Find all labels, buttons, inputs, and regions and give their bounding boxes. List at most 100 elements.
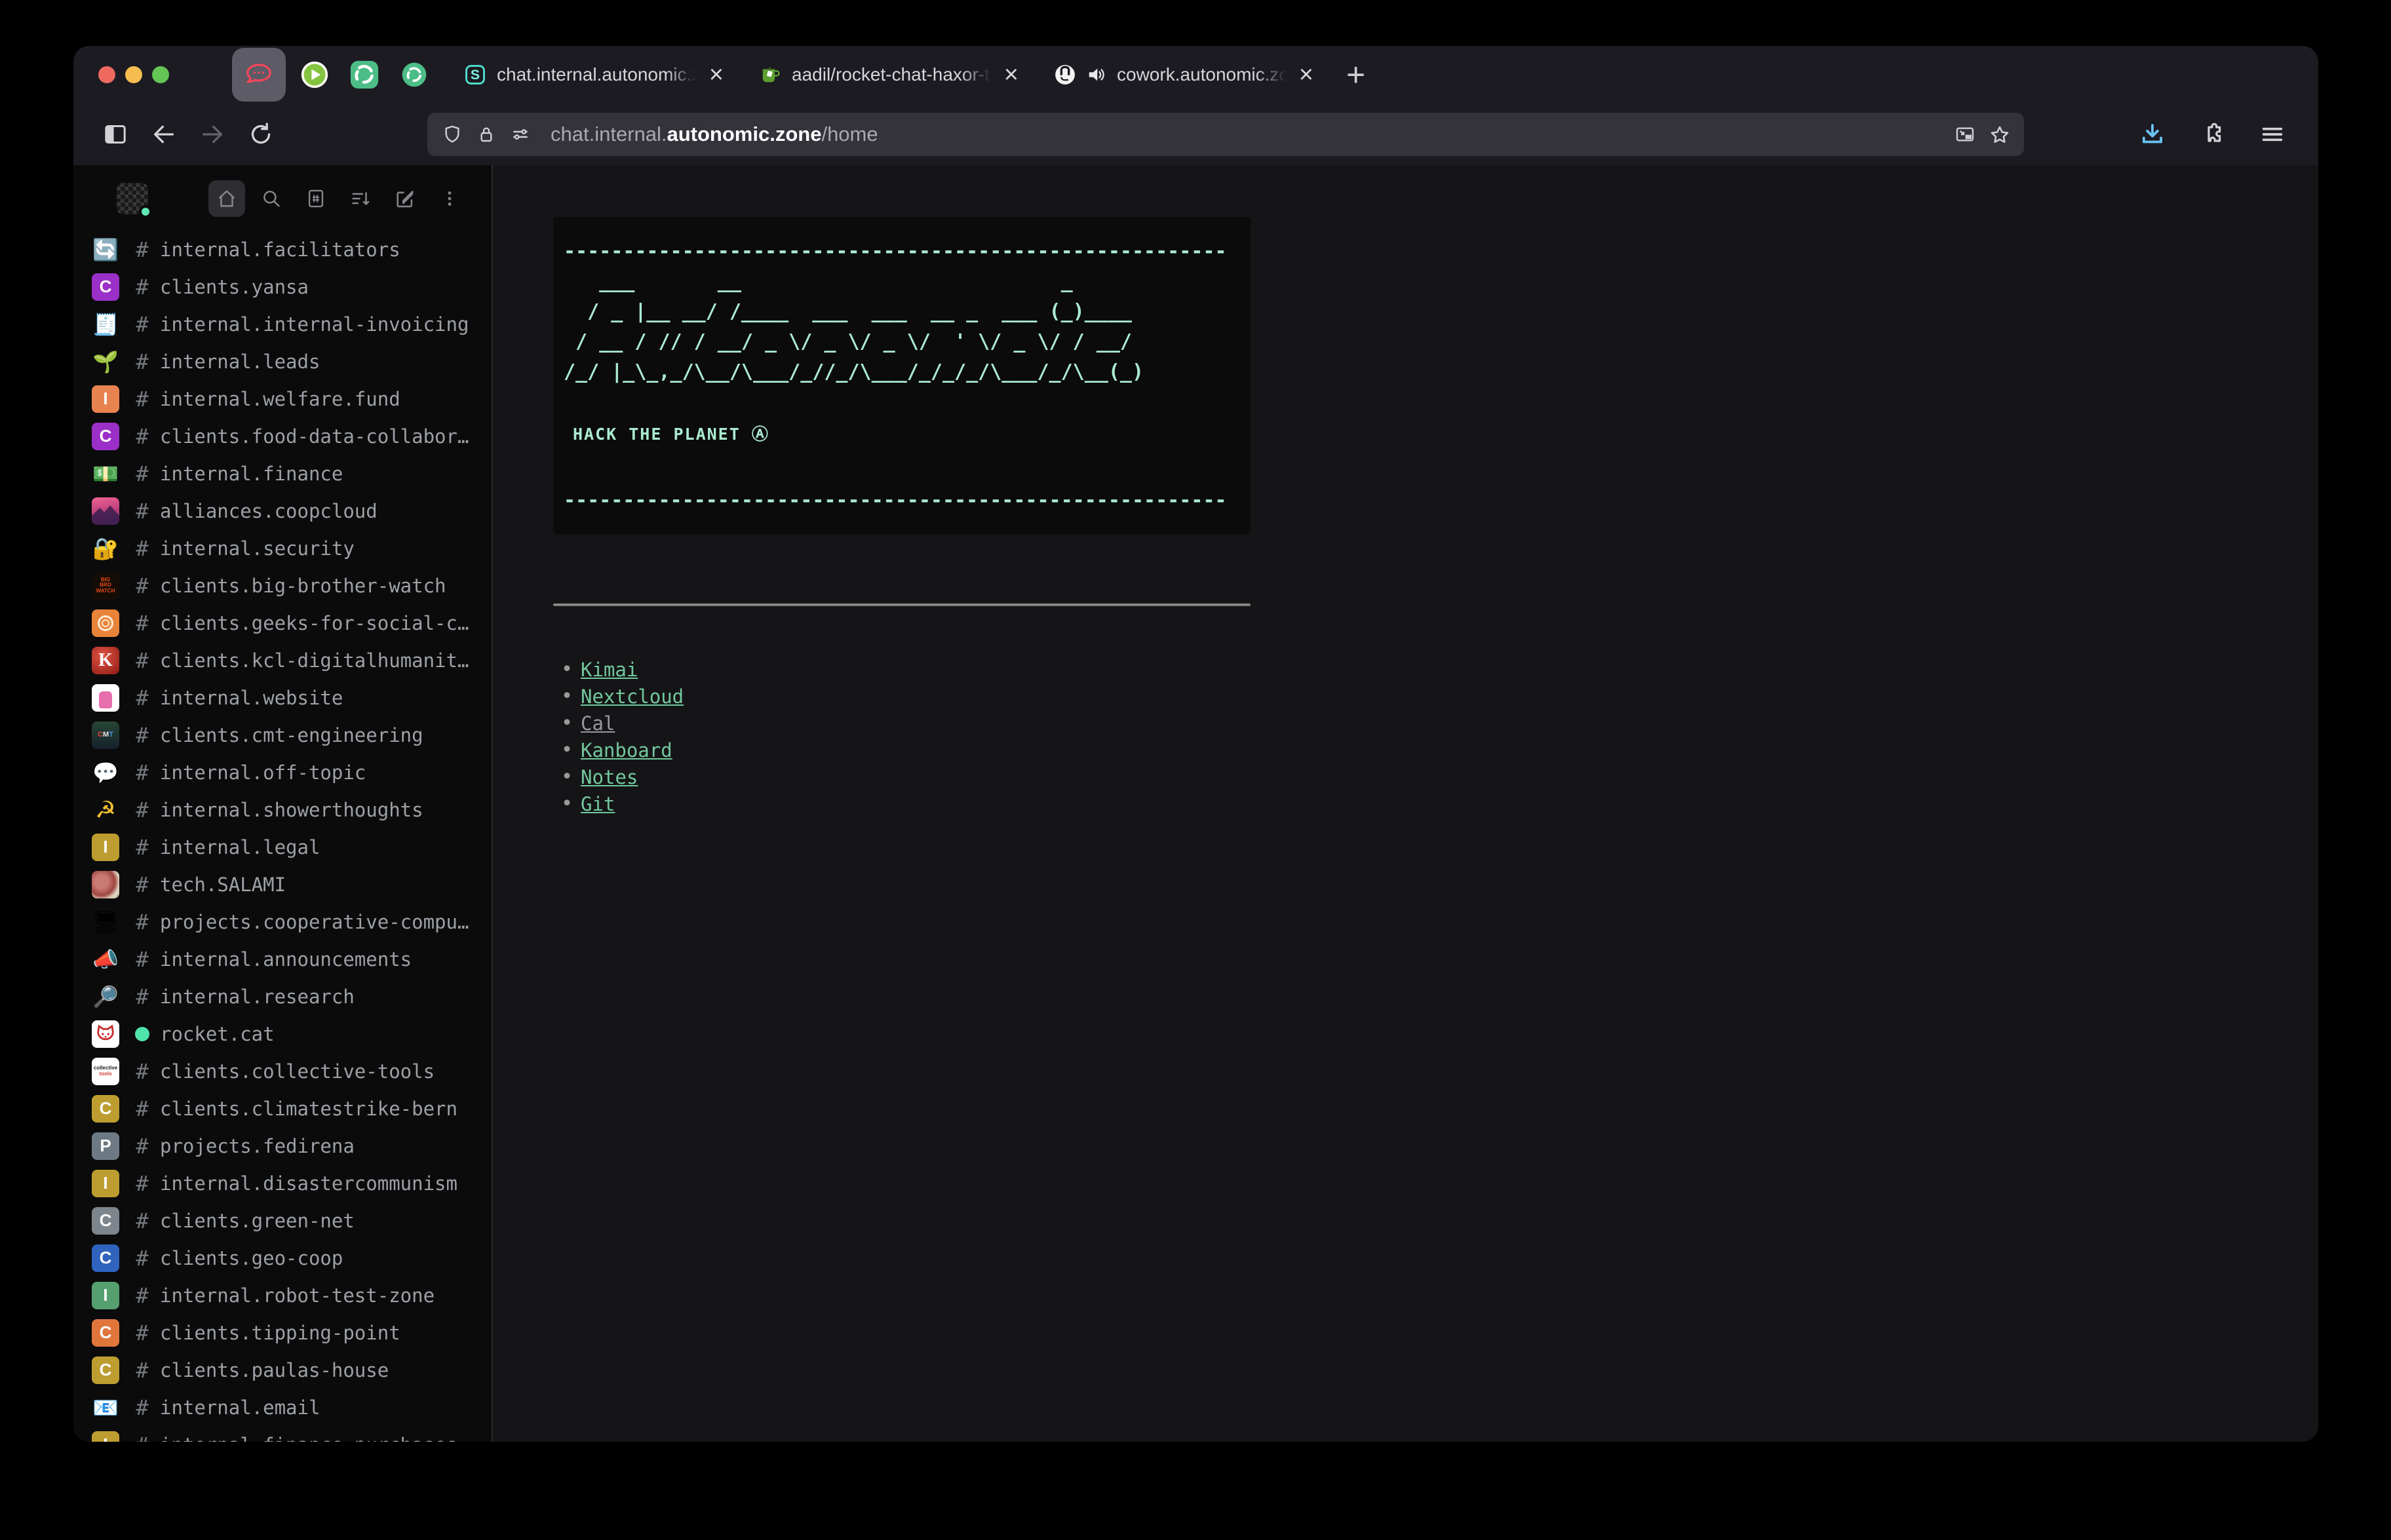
channel-item[interactable]: 🖥#projects.cooperative-compu…	[73, 903, 492, 940]
service-link-item: •Nextcloud	[553, 683, 2318, 710]
directory-button[interactable]	[298, 180, 334, 217]
search-button[interactable]	[253, 180, 290, 217]
new-message-button[interactable]	[387, 180, 423, 217]
channel-item[interactable]: C#clients.paulas-house	[73, 1351, 492, 1389]
url-prefix: chat.internal.	[551, 123, 667, 145]
channel-name: clients.paulas-house	[160, 1359, 389, 1381]
user-avatar[interactable]	[117, 183, 148, 214]
channel-item[interactable]: C#clients.yansa	[73, 268, 492, 305]
channel-item[interactable]: K#clients.kcl-digitalhumanit…	[73, 642, 492, 679]
channel-avatar: C	[92, 1357, 119, 1384]
channel-avatar	[92, 871, 119, 898]
forward-button[interactable]	[199, 121, 225, 147]
channel-item[interactable]: C#clients.green-net	[73, 1202, 492, 1239]
hash-icon: #	[131, 984, 153, 1009]
channel-item[interactable]: 📧#internal.email	[73, 1389, 492, 1426]
channel-item[interactable]: 🔐#internal.security	[73, 529, 492, 567]
kebab-menu-icon[interactable]	[431, 180, 468, 217]
pinned-tab-kimai[interactable]	[294, 48, 336, 102]
url-bar[interactable]: chat.internal.autonomic.zone/home	[427, 113, 2024, 156]
reload-button[interactable]	[248, 121, 274, 147]
channel-item[interactable]: 🧾#internal.internal-invoicing	[73, 305, 492, 343]
channel-name: internal.finance-purchases	[160, 1434, 457, 1442]
channel-item[interactable]: I#internal.robot-test-zone	[73, 1277, 492, 1314]
channel-avatar: 🔎	[92, 983, 119, 1011]
hash-icon: #	[131, 835, 153, 860]
hash-icon: #	[131, 723, 153, 748]
channel-item[interactable]: 🌱#internal.leads	[73, 343, 492, 380]
tab-close-icon[interactable]: ×	[1296, 62, 1316, 87]
online-dot	[135, 1027, 149, 1041]
permissions-sliders-icon[interactable]	[510, 124, 531, 145]
menu-hamburger-icon[interactable]	[2259, 121, 2285, 147]
browser-tab[interactable]: cowork.autonomic.zone/×	[1042, 52, 1328, 98]
minimize-window-button[interactable]	[125, 66, 142, 83]
service-link[interactable]: Notes	[581, 766, 638, 788]
hash-icon: #	[131, 312, 153, 337]
bookmark-star-icon[interactable]	[1989, 124, 2010, 145]
channel-item[interactable]: 💬#internal.off-topic	[73, 754, 492, 791]
extensions-puzzle-icon[interactable]	[2199, 121, 2225, 147]
service-link[interactable]: Kanboard	[581, 739, 672, 761]
service-link[interactable]: Nextcloud	[581, 685, 684, 708]
tab-audio-speaker-icon[interactable]	[1087, 65, 1106, 85]
lock-icon[interactable]	[476, 124, 497, 145]
channel-item[interactable]: ☭#internal.showerthoughts	[73, 791, 492, 828]
pinned-tab-element-square[interactable]	[343, 48, 385, 102]
channel-item[interactable]: 🔄#internal.facilitators	[73, 232, 492, 268]
hash-icon: #	[131, 1134, 153, 1159]
url-text[interactable]: chat.internal.autonomic.zone/home	[551, 123, 878, 146]
browser-tab[interactable]: Schat.internal.autonomic.zone - S×	[452, 52, 738, 98]
channel-item[interactable]: C#clients.tipping-point	[73, 1314, 492, 1351]
channel-item[interactable]: 🔎#internal.research	[73, 978, 492, 1015]
browser-window: Schat.internal.autonomic.zone - S×aadil/…	[73, 46, 2318, 1442]
picture-in-picture-icon[interactable]	[1954, 124, 1975, 145]
hash-icon: #	[131, 1059, 153, 1084]
tab-close-icon[interactable]: ×	[1001, 62, 1021, 87]
channel-name: internal.disastercommunism	[160, 1172, 457, 1195]
channel-item[interactable]: collectivetools#clients.collective-tools	[73, 1052, 492, 1090]
channel-item[interactable]: I#internal.disastercommunism	[73, 1165, 492, 1202]
channel-avatar: C	[92, 1244, 119, 1272]
sort-button[interactable]	[342, 180, 379, 217]
channel-name: internal.facilitators	[160, 239, 400, 261]
tracking-shield-icon[interactable]	[442, 124, 463, 145]
downloads-icon[interactable]	[2139, 121, 2165, 147]
channel-name: internal.email	[160, 1396, 320, 1419]
channel-item[interactable]: I#internal.finance-purchases	[73, 1426, 492, 1442]
channel-item[interactable]: I#internal.welfare.fund	[73, 380, 492, 417]
channel-item[interactable]: #internal.website	[73, 679, 492, 716]
channel-item[interactable]: CMT#clients.cmt-engineering	[73, 716, 492, 754]
home-button[interactable]	[208, 180, 245, 217]
channel-item[interactable]: #tech.SALAMI	[73, 866, 492, 903]
channel-avatar: C	[92, 1319, 119, 1347]
new-tab-button[interactable]: +	[1346, 58, 1365, 91]
channel-item[interactable]: 💵#internal.finance	[73, 455, 492, 492]
hash-icon: #	[131, 798, 153, 822]
pinned-tab-rocketchat[interactable]	[232, 48, 286, 102]
service-link[interactable]: Cal	[581, 712, 615, 735]
channel-item[interactable]: #alliances.coopcloud	[73, 492, 492, 529]
close-window-button[interactable]	[98, 66, 115, 83]
channel-item[interactable]: P#projects.fedirena	[73, 1127, 492, 1165]
channel-name: internal.off-topic	[160, 761, 366, 784]
channel-item[interactable]: C#clients.geo-coop	[73, 1239, 492, 1277]
channel-item[interactable]: 📣#internal.announcements	[73, 940, 492, 978]
channel-item[interactable]: C#clients.food-data-collabor…	[73, 417, 492, 455]
hash-icon: #	[131, 536, 153, 561]
bullet-icon: •	[553, 792, 581, 815]
channel-name: internal.welfare.fund	[160, 388, 400, 410]
service-link[interactable]: Git	[581, 793, 615, 815]
pinned-tab-element-circle[interactable]	[393, 48, 435, 102]
back-button[interactable]	[151, 121, 177, 147]
zoom-window-button[interactable]	[152, 66, 169, 83]
channel-item[interactable]: BIGBROWATCH#clients.big-brother-watch	[73, 567, 492, 604]
sidebar-toggle-icon[interactable]	[102, 121, 128, 147]
channel-item[interactable]: I#internal.legal	[73, 828, 492, 866]
channel-item[interactable]: C#clients.climatestrike-bern	[73, 1090, 492, 1127]
dm-item[interactable]: rocket.cat	[73, 1015, 492, 1052]
channel-item[interactable]: #clients.geeks-for-social-c…	[73, 604, 492, 642]
tab-close-icon[interactable]: ×	[707, 62, 726, 87]
service-link[interactable]: Kimai	[581, 659, 638, 681]
browser-tab[interactable]: aadil/rocket-chat-haxor-theme -×	[747, 52, 1033, 98]
